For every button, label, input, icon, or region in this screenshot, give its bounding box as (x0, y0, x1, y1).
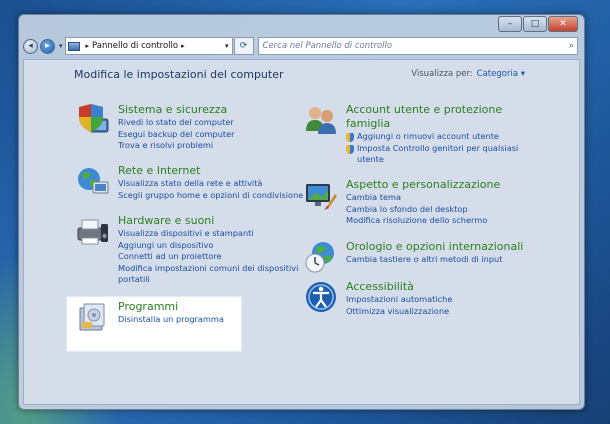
address-dropdown-icon[interactable]: ▾ (225, 42, 229, 50)
monitor-paintbrush-icon (306, 184, 337, 210)
category-title[interactable]: Aspetto e personalizzazione (346, 178, 500, 192)
category-title[interactable]: Programmi (118, 300, 224, 314)
address-bar[interactable]: ▸ Pannello di controllo ▸ ▾ (64, 37, 233, 55)
title-bar[interactable]: – □ ✕ (19, 15, 584, 35)
category-title[interactable]: Rete e Internet (118, 164, 303, 178)
link-screen-resolution[interactable]: Modifica risoluzione dello schermo (346, 215, 500, 227)
search-placeholder: Cerca nel Pannello di controllo (262, 41, 393, 51)
link-add-remove-accounts[interactable]: Aggiungi o rimuovi account utente (346, 131, 518, 143)
link-optimize-display[interactable]: Ottimizza visualizzazione (346, 306, 452, 318)
window-controls: – □ ✕ (497, 16, 578, 32)
recent-pages-dropdown-icon[interactable]: ▾ (59, 42, 63, 50)
breadcrumb-control-panel[interactable]: Pannello di controllo (92, 41, 178, 51)
programs-box-icon (79, 303, 105, 331)
link-review-computer-status[interactable]: Rivedi lo stato del computer (118, 117, 235, 129)
category-title[interactable]: Orologio e opzioni internazionali (346, 240, 523, 254)
link-backup-computer[interactable]: Esegui backup del computer (118, 129, 235, 141)
close-button[interactable]: ✕ (548, 16, 578, 32)
accessibility-icon (306, 282, 336, 312)
breadcrumb-chevron-icon[interactable]: ▸ (181, 42, 185, 50)
category-title[interactable]: Account utente e protezione (346, 103, 518, 117)
minimize-button[interactable]: – (498, 16, 522, 32)
view-by-dropdown[interactable]: Categoria ▾ (477, 69, 525, 79)
control-panel-window: – □ ✕ ◂ ▸ ▾ ▸ Pannello di controllo ▸ ▾ … (18, 14, 585, 410)
search-input[interactable]: Cerca nel Pannello di controllo ⌕ (257, 37, 578, 55)
link-connect-projector[interactable]: Connetti ad un proiettore (118, 251, 298, 263)
view-by: Visualizza per: Categoria ▾ (411, 69, 525, 79)
back-button[interactable]: ◂ (23, 38, 38, 54)
shield-computer-icon (79, 104, 109, 133)
link-troubleshoot[interactable]: Trova e risolvi problemi (118, 140, 235, 152)
link-change-theme[interactable]: Cambia tema (346, 192, 500, 204)
main-content: Modifica le impostazioni del computer Vi… (23, 59, 580, 405)
view-by-label: Visualizza per: (411, 69, 473, 79)
category-title-cont[interactable]: famiglia (346, 117, 518, 131)
link-homegroup[interactable]: Scegli gruppo home e opzioni di condivis… (118, 190, 303, 202)
link-mobility-settings-cont[interactable]: portatili (118, 274, 298, 286)
category-title[interactable]: Hardware e suoni (118, 214, 298, 228)
category-title[interactable]: Accessibilità (346, 280, 452, 294)
link-change-keyboards[interactable]: Cambia tastiere o altri metodi di input (346, 254, 523, 266)
link-add-device[interactable]: Aggiungi un dispositivo (118, 240, 298, 252)
search-icon[interactable]: ⌕ (569, 41, 577, 51)
link-change-background[interactable]: Cambia lo sfondo del desktop (346, 204, 500, 216)
page-title: Modifica le impostazioni del computer (74, 68, 284, 81)
globe-clock-icon (305, 242, 334, 273)
refresh-button[interactable]: ⟳ (233, 37, 254, 55)
network-globe-icon (78, 168, 109, 194)
category-title[interactable]: Sistema e sicurezza (118, 103, 235, 117)
link-network-status[interactable]: Visualizza stato della rete e attività (118, 178, 303, 190)
link-parental-controls-cont[interactable]: utente (346, 154, 518, 166)
navigation-bar: ◂ ▸ ▾ ▸ Pannello di controllo ▸ ▾ ⟳ Cerc… (23, 35, 578, 57)
link-devices-printers[interactable]: Visualizza dispositivi e stampanti (118, 228, 298, 240)
breadcrumb-separator-icon[interactable]: ▸ (86, 42, 90, 50)
forward-button[interactable]: ▸ (40, 38, 55, 54)
link-mobility-settings[interactable]: Modifica impostazioni comuni dei disposi… (118, 263, 298, 275)
users-icon (306, 107, 336, 134)
printer-speaker-icon (77, 219, 108, 245)
control-panel-icon (67, 41, 80, 51)
maximize-button[interactable]: □ (523, 16, 547, 32)
link-parental-controls[interactable]: Imposta Controllo genitori per qualsiasi (346, 143, 518, 155)
link-automatic-settings[interactable]: Impostazioni automatiche (346, 294, 452, 306)
link-uninstall-program[interactable]: Disinstalla un programma (118, 314, 224, 326)
